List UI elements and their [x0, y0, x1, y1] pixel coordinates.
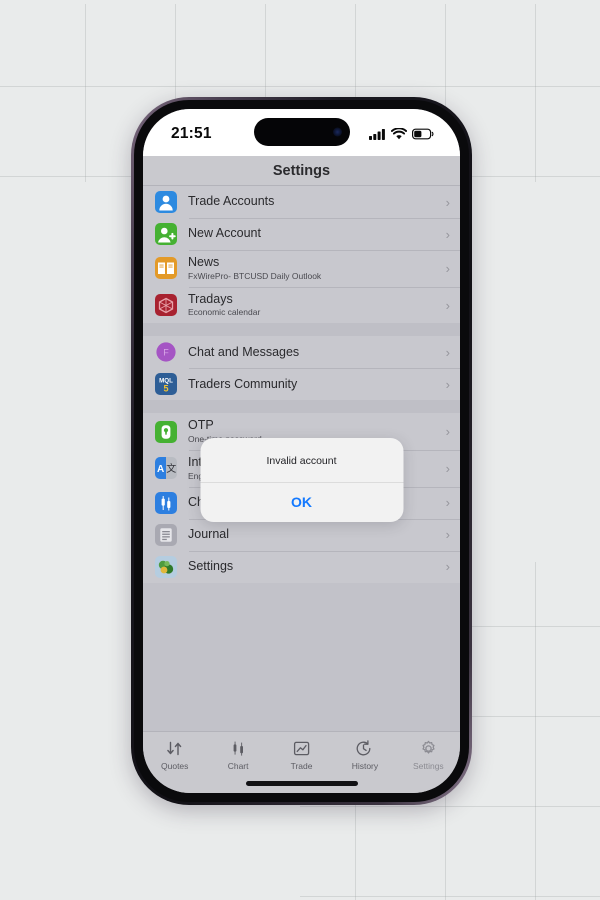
- svg-text:文: 文: [166, 462, 176, 475]
- background-plain-region-top: [0, 0, 600, 4]
- chevron-right-icon: ›: [445, 194, 450, 210]
- home-indicator: [245, 781, 358, 786]
- dynamic-island: [253, 118, 350, 146]
- tab-history[interactable]: History: [333, 739, 396, 771]
- settings-list[interactable]: Trade Accounts › New Account › News FxWi…: [143, 186, 460, 731]
- alert-dialog: Invalid account OK: [200, 438, 403, 522]
- svg-text:5: 5: [163, 384, 168, 394]
- tab-label: Quotes: [161, 761, 189, 771]
- chevron-right-icon: ›: [445, 376, 450, 392]
- list-item-title: Trade Accounts: [188, 194, 275, 209]
- phone-frame: 21:51 Settings Trade Accounts › New Acco…: [131, 97, 472, 805]
- alert-body: Invalid account: [200, 438, 403, 482]
- list-item-title: News: [188, 255, 220, 269]
- tab-settings[interactable]: Settings: [397, 739, 460, 771]
- chevron-right-icon: ›: [445, 424, 450, 440]
- list-item-text: Tradays Economic calendar: [188, 287, 440, 324]
- list-item-title: New Account: [188, 226, 261, 241]
- list-item-traders-community[interactable]: MQL 5 Traders Community ›: [143, 368, 460, 401]
- list-item-title: Tradays: [188, 291, 233, 306]
- list-item-tradays[interactable]: Tradays Economic calendar ›: [143, 286, 460, 324]
- chevron-right-icon: ›: [445, 344, 450, 360]
- list-item-news[interactable]: News FxWirePro- BTCUSD Daily Outlook ›: [143, 250, 460, 287]
- battery-icon: [412, 128, 434, 140]
- list-item-settings[interactable]: Settings ›: [143, 550, 460, 583]
- settings-group-community: F Chat and Messages › MQL 5 Traders Comm…: [143, 336, 460, 401]
- chevron-right-icon: ›: [445, 260, 450, 276]
- tab-quotes[interactable]: Quotes: [143, 739, 206, 771]
- tradays-icon: [155, 294, 177, 316]
- settings-gear-icon: [419, 739, 438, 758]
- chevron-right-icon: ›: [445, 226, 450, 242]
- alert-ok-button[interactable]: OK: [200, 483, 403, 522]
- list-item-title: Settings: [188, 558, 234, 573]
- phone-bezel: 21:51 Settings Trade Accounts › New Acco…: [134, 100, 469, 802]
- charts-icon: [155, 491, 177, 514]
- interface-icon: A 文: [155, 457, 177, 480]
- list-item-text: Chat and Messages: [188, 340, 440, 366]
- front-camera-icon: [332, 127, 342, 137]
- alert-message: Invalid account: [266, 455, 337, 467]
- cellular-signal-icon: [369, 129, 385, 140]
- tab-label: Settings: [412, 761, 444, 771]
- tab-bar: Quotes Chart Trade History Settings: [143, 731, 460, 793]
- list-item-text: New Account: [188, 221, 440, 247]
- list-item-text: Settings: [188, 554, 440, 580]
- list-item-subtitle: FxWirePro- BTCUSD Daily Outlook: [188, 270, 322, 281]
- list-item-chat-and-messages[interactable]: F Chat and Messages ›: [143, 336, 460, 369]
- settings-group-accounts: Trade Accounts › New Account › News FxWi…: [143, 186, 460, 324]
- list-item-text: Traders Community: [188, 372, 440, 398]
- status-bar: 21:51: [143, 109, 460, 156]
- history-icon: [355, 739, 374, 758]
- quotes-icon: [165, 739, 184, 758]
- new-account-icon: [155, 223, 177, 245]
- group-separator: [143, 323, 460, 337]
- chat-messages-icon: F: [155, 341, 177, 363]
- status-bar-indicators: [369, 128, 434, 140]
- chevron-right-icon: ›: [445, 559, 450, 575]
- list-item-journal[interactable]: Journal ›: [143, 518, 460, 551]
- phone-screen: 21:51 Settings Trade Accounts › New Acco…: [143, 109, 460, 793]
- list-item-text: News FxWirePro- BTCUSD Daily Outlook: [188, 250, 440, 287]
- trade-icon: [292, 739, 311, 758]
- news-icon: [155, 257, 177, 280]
- svg-text:A: A: [157, 464, 164, 475]
- list-item-text: Journal: [188, 522, 440, 548]
- traders-community-icon: MQL 5: [155, 373, 177, 396]
- tab-label: History: [351, 761, 379, 771]
- list-item-title: Traders Community: [188, 376, 298, 391]
- tab-chart[interactable]: Chart: [206, 739, 269, 771]
- svg-text:F: F: [163, 348, 169, 358]
- chevron-right-icon: ›: [445, 495, 450, 511]
- list-item-trade-accounts[interactable]: Trade Accounts ›: [143, 186, 460, 218]
- chevron-right-icon: ›: [445, 460, 450, 476]
- list-item-title: Journal: [188, 526, 229, 541]
- chevron-right-icon: ›: [445, 297, 450, 313]
- page-title: Settings: [272, 162, 331, 179]
- list-item-subtitle: Economic calendar: [188, 307, 261, 318]
- journal-icon: [155, 523, 177, 546]
- chart-icon: [229, 739, 248, 758]
- list-item-title: Chat and Messages: [188, 344, 300, 359]
- group-separator: [143, 400, 460, 414]
- status-bar-time: 21:51: [171, 125, 212, 142]
- tab-label: Chart: [227, 761, 249, 771]
- chevron-right-icon: ›: [445, 527, 450, 543]
- tab-label: Trade: [290, 761, 313, 771]
- settings-icon: [155, 555, 177, 578]
- list-item-title: OTP: [188, 418, 214, 433]
- navigation-bar: Settings: [143, 156, 460, 186]
- wifi-icon: [391, 128, 407, 140]
- list-item-new-account[interactable]: New Account ›: [143, 218, 460, 250]
- list-item-text: Trade Accounts: [188, 189, 440, 215]
- trade-accounts-icon: [155, 191, 177, 213]
- otp-icon: [155, 420, 177, 443]
- tab-trade[interactable]: Trade: [270, 739, 333, 771]
